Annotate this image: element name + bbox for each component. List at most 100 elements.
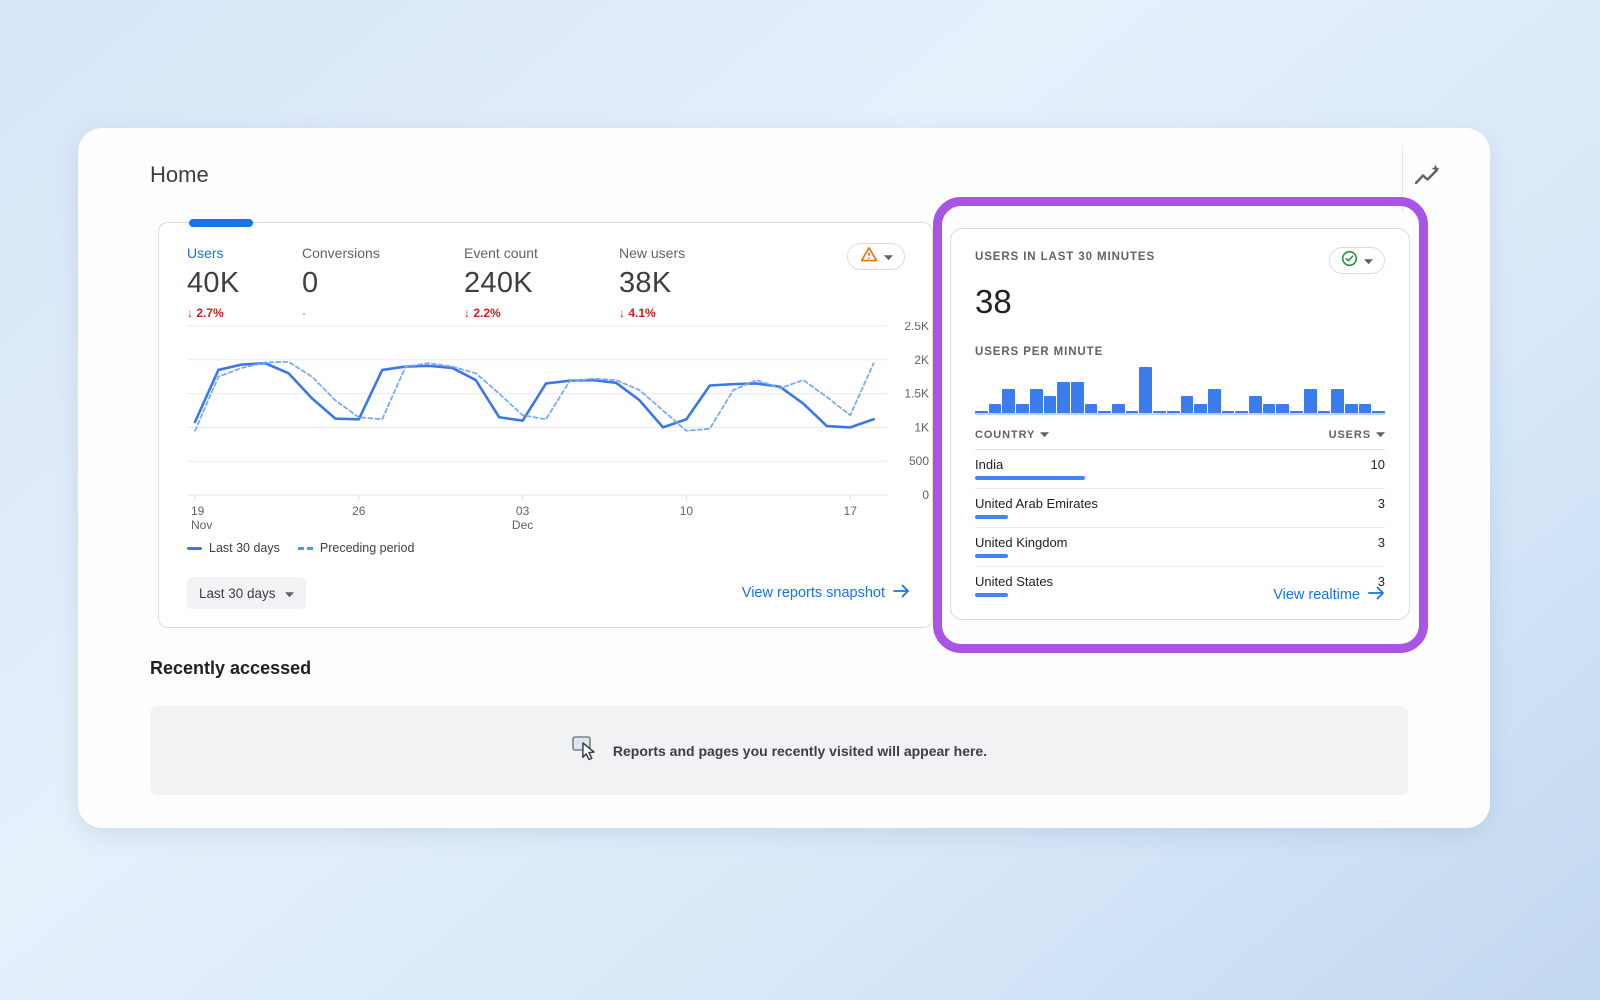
users-line-chart: 2.5K2K1.5K1K500019Nov2603Dec1017 <box>187 322 933 540</box>
country-column-label: COUNTRY <box>975 429 1035 441</box>
metric-users[interactable]: Users40K↓ 2.7% <box>187 245 302 320</box>
per-minute-bar <box>1071 382 1084 413</box>
per-minute-bar <box>1002 389 1015 413</box>
per-minute-bar <box>1139 367 1152 413</box>
svg-text:17: 17 <box>844 504 858 518</box>
per-minute-bar <box>1153 411 1166 413</box>
realtime-card: USERS IN LAST 30 MINUTES 38 USERS PER MI… <box>950 228 1410 620</box>
chevron-down-icon <box>884 248 893 266</box>
svg-text:Nov: Nov <box>191 518 212 532</box>
view-realtime-link[interactable]: View realtime <box>1273 586 1385 604</box>
country-name: United Arab Emirates <box>975 496 1385 511</box>
country-users-value: 3 <box>1378 496 1385 511</box>
overview-card: Users40K↓ 2.7%Conversions0-Event count24… <box>158 222 933 628</box>
chevron-down-icon <box>1364 252 1373 270</box>
data-quality-button[interactable] <box>847 243 905 270</box>
overview-card-footer: Last 30 days View reports snapshot <box>187 577 910 609</box>
per-minute-bar <box>1359 404 1372 413</box>
users-per-minute-bar-chart <box>975 367 1385 415</box>
per-minute-bar <box>1044 396 1057 413</box>
country-users-value: 10 <box>1371 457 1385 472</box>
legend-current-label: Last 30 days <box>209 541 280 555</box>
country-table: COUNTRY USERS India10United Arab Emirate… <box>975 429 1385 605</box>
analytics-home-window: Home Users40K↓ 2.7%Conversions0-Event co… <box>78 128 1490 828</box>
country-row[interactable]: United Kingdom3 <box>975 528 1385 567</box>
insights-sparkline-icon <box>1413 177 1441 192</box>
realtime-header: USERS IN LAST 30 MINUTES <box>975 251 1385 274</box>
metric-conversions[interactable]: Conversions 0 - <box>302 245 464 320</box>
country-table-rows: India10United Arab Emirates3United Kingd… <box>975 450 1385 605</box>
per-minute-bar <box>1304 389 1317 413</box>
per-minute-bar <box>1208 389 1221 413</box>
per-minute-bar <box>989 404 1002 413</box>
svg-text:03: 03 <box>516 504 530 518</box>
metric-label: Conversions <box>302 245 464 261</box>
per-minute-bar <box>1372 411 1385 413</box>
metric-value: 40K <box>187 267 302 300</box>
users-per-minute-title: USERS PER MINUTE <box>975 346 1385 358</box>
metric-event-count[interactable]: Event count 240K ↓ 2.2% <box>464 245 619 320</box>
metric-value: 38K <box>619 267 685 300</box>
country-users-bar <box>975 593 1008 597</box>
country-users-bar <box>975 554 1008 558</box>
per-minute-bar <box>1181 396 1194 413</box>
per-minute-bar <box>1249 396 1262 413</box>
date-range-button[interactable]: Last 30 days <box>187 577 306 609</box>
per-minute-bar <box>1016 404 1029 413</box>
country-row[interactable]: United Arab Emirates3 <box>975 489 1385 528</box>
warning-triangle-icon <box>860 246 878 267</box>
metric-delta: ↓ 2.2% <box>464 306 619 320</box>
per-minute-bar <box>1194 404 1207 413</box>
recently-accessed-empty-state: Reports and pages you recently visited w… <box>150 706 1408 795</box>
arrow-right-icon <box>1368 586 1385 604</box>
recently-accessed-message: Reports and pages you recently visited w… <box>613 743 987 759</box>
svg-text:19: 19 <box>191 504 205 518</box>
svg-text:1K: 1K <box>914 420 929 434</box>
view-reports-snapshot-link[interactable]: View reports snapshot <box>742 584 910 602</box>
country-column-header[interactable]: COUNTRY <box>975 429 1049 441</box>
svg-text:26: 26 <box>352 504 366 518</box>
svg-text:2K: 2K <box>914 353 929 367</box>
active-tab-indicator <box>189 219 253 227</box>
legend-preceding-period: Preceding period <box>298 541 415 555</box>
legend-preceding-label: Preceding period <box>320 541 415 555</box>
per-minute-bar <box>1098 411 1111 413</box>
date-range-label: Last 30 days <box>199 586 276 601</box>
page-title: Home <box>150 162 209 188</box>
realtime-status-button[interactable] <box>1329 247 1385 274</box>
per-minute-bar <box>1030 389 1043 413</box>
metric-delta: - <box>302 306 464 320</box>
svg-text:0: 0 <box>922 488 929 502</box>
per-minute-bar <box>1235 411 1248 413</box>
insights-button[interactable] <box>1410 162 1444 192</box>
per-minute-bar <box>1167 411 1180 413</box>
country-row[interactable]: India10 <box>975 450 1385 489</box>
metric-value: 240K <box>464 267 619 300</box>
recently-accessed-heading: Recently accessed <box>150 658 311 679</box>
metric-delta: ↓ 4.1% <box>619 306 685 320</box>
view-realtime-label: View realtime <box>1273 587 1360 603</box>
country-users-value: 3 <box>1378 535 1385 550</box>
users-column-label: USERS <box>1329 429 1371 441</box>
per-minute-bar <box>1126 411 1139 413</box>
users-column-header[interactable]: USERS <box>1329 429 1385 441</box>
svg-text:10: 10 <box>680 504 694 518</box>
per-minute-bar <box>975 411 988 413</box>
country-name: India <box>975 457 1385 472</box>
per-minute-bar <box>1331 389 1344 413</box>
realtime-title: USERS IN LAST 30 MINUTES <box>975 251 1155 263</box>
check-circle-icon <box>1341 250 1358 272</box>
metric-new-users[interactable]: New users38K↓ 4.1% <box>619 245 685 320</box>
per-minute-bar <box>1057 382 1070 413</box>
view-reports-snapshot-label: View reports snapshot <box>742 585 885 601</box>
metric-value: 0 <box>302 267 464 300</box>
metric-label: Event count <box>464 245 619 261</box>
metric-delta: ↓ 2.7% <box>187 306 302 320</box>
per-minute-bar <box>1222 411 1235 413</box>
svg-text:Dec: Dec <box>512 518 533 532</box>
users-last-30-min-value: 38 <box>975 283 1385 321</box>
sort-arrow-icon <box>1040 429 1049 441</box>
per-minute-bar <box>1112 404 1125 413</box>
dashed-line-swatch <box>298 547 313 550</box>
country-users-bar <box>975 515 1008 519</box>
